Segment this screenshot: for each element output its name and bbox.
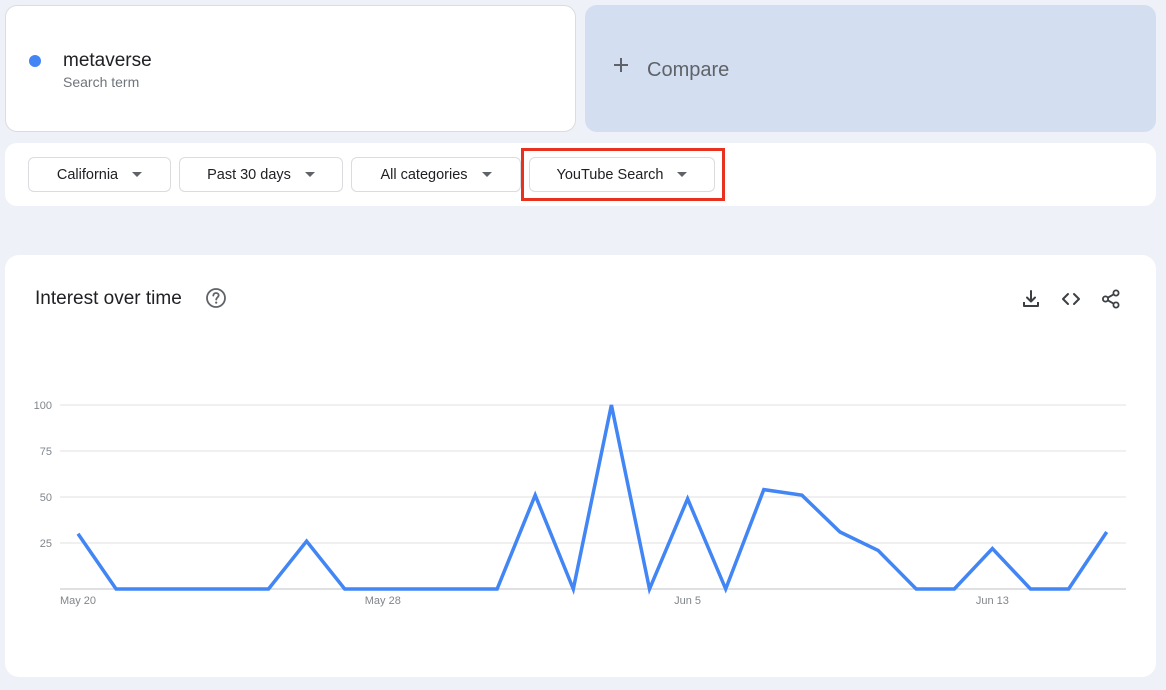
- data-point[interactable]: [950, 585, 958, 593]
- data-point[interactable]: [836, 528, 844, 536]
- dropdown-caret-icon: [132, 172, 143, 177]
- search-term-subtitle: Search term: [63, 74, 140, 90]
- data-point[interactable]: [912, 585, 920, 593]
- data-point[interactable]: [226, 585, 234, 593]
- series-color-dot: [29, 55, 41, 67]
- location-filter-label: California: [56, 166, 119, 183]
- location-filter[interactable]: California: [28, 157, 171, 192]
- data-point[interactable]: [379, 585, 387, 593]
- interest-over-time-card: Interest over time 25 50 75 100 May 20 May 28…: [5, 255, 1156, 677]
- data-point[interactable]: [265, 585, 273, 593]
- data-point[interactable]: [988, 545, 996, 553]
- category-filter-label: All categories: [380, 166, 468, 183]
- search-term-card[interactable]: metaverse Search term: [5, 5, 576, 132]
- x-tick-label: Jun 5: [674, 595, 701, 607]
- data-point[interactable]: [112, 585, 120, 593]
- y-tick-label: 50: [40, 492, 52, 504]
- data-point[interactable]: [150, 585, 158, 593]
- data-point[interactable]: [722, 585, 730, 593]
- data-point[interactable]: [455, 585, 463, 593]
- compare-label: Compare: [647, 59, 730, 81]
- y-tick-label: 25: [40, 538, 52, 550]
- search-term-name[interactable]: metaverse: [63, 50, 152, 72]
- y-tick-label: 100: [34, 400, 52, 412]
- data-point[interactable]: [874, 546, 882, 554]
- data-point[interactable]: [760, 486, 768, 494]
- data-point[interactable]: [188, 585, 196, 593]
- data-point[interactable]: [531, 491, 539, 499]
- data-point[interactable]: [1103, 528, 1111, 536]
- search-type-filter[interactable]: YouTube Search: [529, 157, 715, 192]
- search-type-filter-label: YouTube Search: [556, 166, 664, 183]
- data-point[interactable]: [493, 585, 501, 593]
- data-point[interactable]: [646, 585, 654, 593]
- data-point[interactable]: [1065, 585, 1073, 593]
- data-point[interactable]: [684, 495, 692, 503]
- data-point[interactable]: [569, 585, 577, 593]
- filter-bar: California Past 30 days All categories Y…: [5, 143, 1156, 206]
- data-point[interactable]: [1027, 585, 1035, 593]
- data-point[interactable]: [607, 401, 615, 409]
- interest-line-chart: 25 50 75 100 May 20 May 28 Jun 5 Jun 13: [34, 400, 1126, 607]
- x-tick-label: Jun 13: [976, 595, 1009, 607]
- time-range-filter[interactable]: Past 30 days: [179, 157, 343, 192]
- data-point[interactable]: [798, 491, 806, 499]
- dropdown-caret-icon: [304, 172, 315, 177]
- compare-button[interactable]: Compare: [585, 5, 1156, 132]
- dropdown-caret-icon: [481, 172, 492, 177]
- trends-page: metaverse Search term Compare California…: [0, 0, 1166, 690]
- data-point[interactable]: [417, 585, 425, 593]
- data-point[interactable]: [341, 585, 349, 593]
- data-point[interactable]: [74, 530, 82, 538]
- dropdown-caret-icon: [677, 172, 688, 177]
- time-range-filter-label: Past 30 days: [207, 166, 291, 183]
- plus-icon: [614, 58, 628, 72]
- x-tick-label: May 28: [365, 595, 401, 607]
- y-tick-label: 75: [40, 446, 52, 458]
- data-point[interactable]: [303, 537, 311, 545]
- category-filter[interactable]: All categories: [351, 157, 521, 192]
- x-tick-label: May 20: [60, 595, 96, 607]
